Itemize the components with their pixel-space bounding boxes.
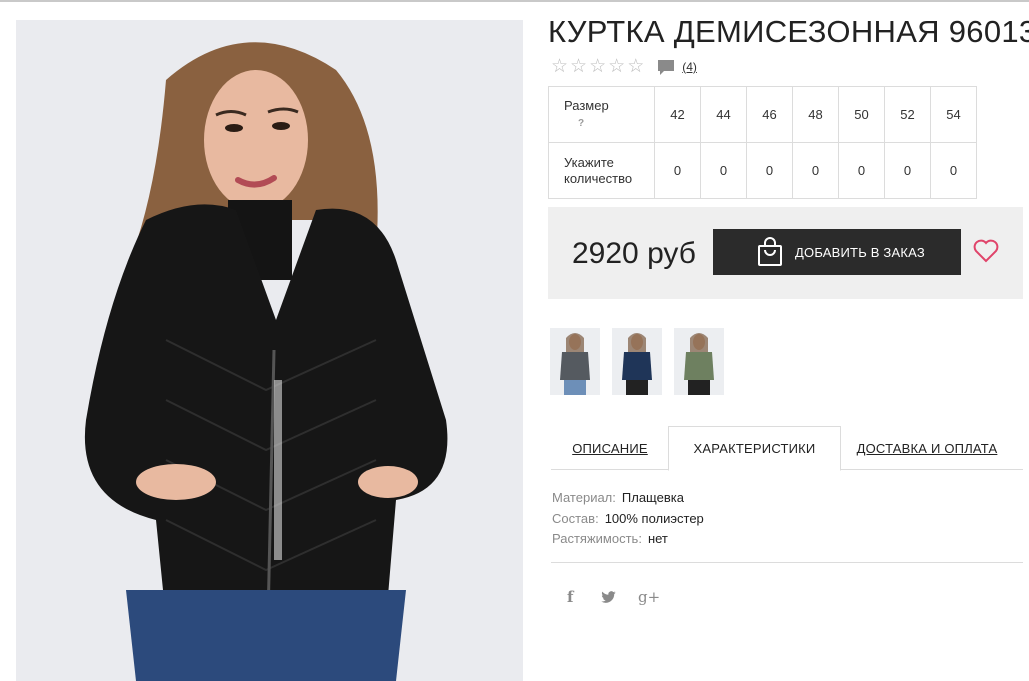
star-icon[interactable]: ☆ <box>551 57 568 77</box>
size-row: Размер ? 42 44 46 48 50 52 54 <box>548 86 977 143</box>
size-help-icon[interactable]: ? <box>578 116 654 132</box>
size-cell: 42 <box>654 86 701 143</box>
size-label-cell: Размер ? <box>548 86 655 143</box>
product-title: КУРТКА ДЕМИСЕЗОННАЯ 96013 <box>548 14 1029 49</box>
size-cell: 50 <box>838 86 885 143</box>
size-label: Размер <box>564 97 609 113</box>
add-to-order-label: ДОБАВИТЬ В ЗАКАЗ <box>795 244 925 260</box>
product-rating: ☆ ☆ ☆ ☆ ☆ (4) <box>551 57 697 77</box>
google-plus-icon[interactable]: g+ <box>638 588 660 606</box>
quantity-label-cell: Укажите количество <box>548 142 655 199</box>
characteristic-value: 100% полиэстер <box>604 510 704 526</box>
characteristic-row: Растяжимость: нет <box>552 529 704 550</box>
tab-description[interactable]: ОПИСАНИЕ <box>551 426 669 470</box>
quantity-label-line2: количество <box>564 170 633 186</box>
star-icon[interactable]: ☆ <box>570 57 587 77</box>
quantity-input[interactable]: 0 <box>884 142 931 199</box>
size-cell: 54 <box>930 86 977 143</box>
thumbnail-grey-jacket[interactable] <box>550 328 600 395</box>
heart-icon[interactable] <box>972 237 1000 265</box>
tab-characteristics[interactable]: ХАРАКТЕРИСТИКИ <box>668 426 841 471</box>
quantity-input[interactable]: 0 <box>746 142 793 199</box>
quantity-input[interactable]: 0 <box>930 142 977 199</box>
facebook-icon[interactable]: f <box>567 588 573 606</box>
thumbnail-green-jacket[interactable] <box>674 328 724 395</box>
thumbnail-image <box>674 328 724 395</box>
product-price: 2920 руб <box>572 237 696 270</box>
size-cell: 46 <box>746 86 793 143</box>
quantity-row: Укажите количество 0 0 0 0 0 0 0 <box>548 142 977 199</box>
star-icon[interactable]: ☆ <box>589 57 606 77</box>
tab-description-label: ОПИСАНИЕ <box>572 440 648 456</box>
quantity-input[interactable]: 0 <box>838 142 885 199</box>
tab-delivery-payment[interactable]: ДОСТАВКА И ОПЛАТА <box>846 426 1008 470</box>
characteristic-key: Материал: <box>552 490 616 505</box>
thumbnail-image <box>550 328 600 395</box>
quantity-input[interactable]: 0 <box>700 142 747 199</box>
characteristic-key: Состав: <box>552 510 599 526</box>
shopping-bag-icon <box>758 237 782 266</box>
tab-characteristics-label: ХАРАКТЕРИСТИКИ <box>693 441 816 456</box>
star-icon[interactable]: ☆ <box>627 57 644 77</box>
size-cell: 52 <box>884 86 931 143</box>
characteristic-value: Плащевка <box>621 490 684 505</box>
characteristic-key: Растяжимость: <box>552 531 642 546</box>
tab-delivery-label: ДОСТАВКА И ОПЛАТА <box>856 440 998 456</box>
comment-icon <box>658 60 675 75</box>
twitter-icon[interactable] <box>601 591 616 603</box>
thumbnail-blue-jacket[interactable] <box>612 328 662 395</box>
social-divider <box>551 562 1023 563</box>
size-cell: 44 <box>700 86 747 143</box>
characteristic-value: нет <box>647 531 668 546</box>
characteristic-row: Состав: 100% полиэстер <box>552 509 704 530</box>
star-icon[interactable]: ☆ <box>608 57 625 77</box>
main-product-photo[interactable] <box>16 20 523 681</box>
price-bar: 2920 руб ДОБАВИТЬ В ЗАКАЗ <box>548 207 1023 299</box>
quantity-input[interactable]: 0 <box>792 142 839 199</box>
quantity-input[interactable]: 0 <box>654 142 701 199</box>
characteristics-list: Материал: Плащевка Состав: 100% полиэстер … <box>552 488 704 550</box>
characteristic-row: Материал: Плащевка <box>552 488 704 509</box>
add-to-order-button[interactable]: ДОБАВИТЬ В ЗАКАЗ <box>713 229 961 275</box>
size-table: Размер ? 42 44 46 48 50 52 54 Укажите ко… <box>548 86 977 199</box>
reviews-link[interactable]: (4) <box>682 60 697 74</box>
quantity-label-line1: Укажите <box>564 154 614 170</box>
size-cell: 48 <box>792 86 839 143</box>
jacket-photo-illustration <box>16 20 523 681</box>
top-divider <box>0 0 1029 2</box>
thumbnail-image <box>612 328 662 395</box>
